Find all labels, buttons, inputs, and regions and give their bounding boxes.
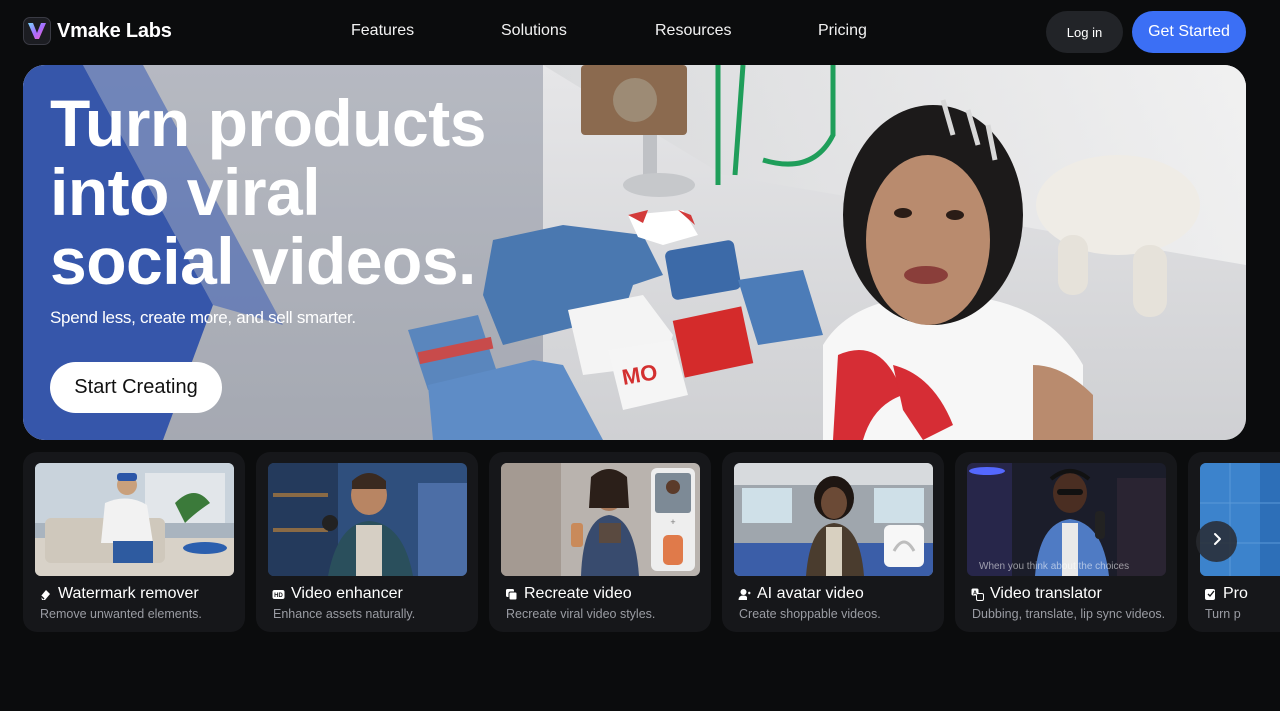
card-title-row: A Video translator [971,585,1102,603]
card-video-translator[interactable]: When you think about the choices A Video… [955,452,1177,632]
card-title: Video translator [990,585,1102,602]
hero-subtitle: Spend less, create more, and sell smarte… [50,308,356,327]
svg-text:HD: HD [274,593,283,599]
card-thumbnail [35,463,234,576]
card-title: Recreate video [524,585,632,602]
feature-carousel: Watermark remover Remove unwanted elemen… [23,452,1280,633]
card-description: Turn p [1205,607,1241,621]
avatar-icon [738,588,751,601]
nav-features[interactable]: Features [351,22,414,40]
card-description: Dubbing, translate, lip sync videos. [972,607,1166,621]
login-button[interactable]: Log in [1046,11,1123,53]
card-description: Enhance assets naturally. [273,607,416,621]
svg-text:A: A [973,590,977,596]
nav-resources[interactable]: Resources [655,22,731,40]
card-description: Create shoppable videos. [739,607,881,621]
card-video-enhancer[interactable]: HD Video enhancer Enhance assets natural… [256,452,478,632]
hd-icon: HD [272,588,285,601]
hero-title-line: social videos. [50,224,476,298]
carousel-next-button[interactable] [1196,521,1237,562]
card-description: Recreate viral video styles. [506,607,656,621]
start-creating-button[interactable]: Start Creating [50,362,222,413]
card-title: Pro [1223,585,1248,602]
translate-icon: A [971,588,984,601]
product-icon [1204,588,1217,601]
card-title-row: Recreate video [505,585,632,603]
get-started-button[interactable]: Get Started [1132,11,1246,53]
card-title: Watermark remover [58,585,199,602]
nav-pricing[interactable]: Pricing [818,22,867,40]
svg-text:+: + [670,517,675,527]
card-title-row: HD Video enhancer [272,585,403,603]
card-recreate-video[interactable]: + Recreate video Recreate viral video st… [489,452,711,632]
card-title-row: Watermark remover [39,585,199,603]
card-thumbnail [268,463,467,576]
card-title: Video enhancer [291,585,403,602]
hero-banner: MO Turn products into viral social video… [23,65,1246,440]
vmake-logo-icon [23,17,51,45]
card-watermark-remover[interactable]: Watermark remover Remove unwanted elemen… [23,452,245,632]
copy-icon [505,588,518,601]
brand-name: Vmake Labs [57,19,172,42]
card-description: Remove unwanted elements. [40,607,202,621]
nav-solutions[interactable]: Solutions [501,22,567,40]
chevron-right-icon [1210,532,1224,551]
top-nav: Vmake Labs Features Solutions Resources … [0,0,1280,64]
card-title-row: Pro [1204,585,1248,603]
hero-title-line: into viral [50,155,321,229]
card-thumbnail: When you think about the choices [967,463,1166,576]
eraser-icon [39,588,52,601]
hero-title: Turn products into viral social videos. [50,89,610,296]
brand-logo[interactable]: Vmake Labs [23,17,172,45]
card-ai-avatar-video[interactable]: AI avatar video Create shoppable videos. [722,452,944,632]
card-thumbnail [734,463,933,576]
video-caption: When you think about the choices [979,561,1130,572]
card-title-row: AI avatar video [738,585,864,603]
hero-title-line: Turn products [50,86,486,160]
card-title: AI avatar video [757,585,864,602]
card-thumbnail: + [501,463,700,576]
